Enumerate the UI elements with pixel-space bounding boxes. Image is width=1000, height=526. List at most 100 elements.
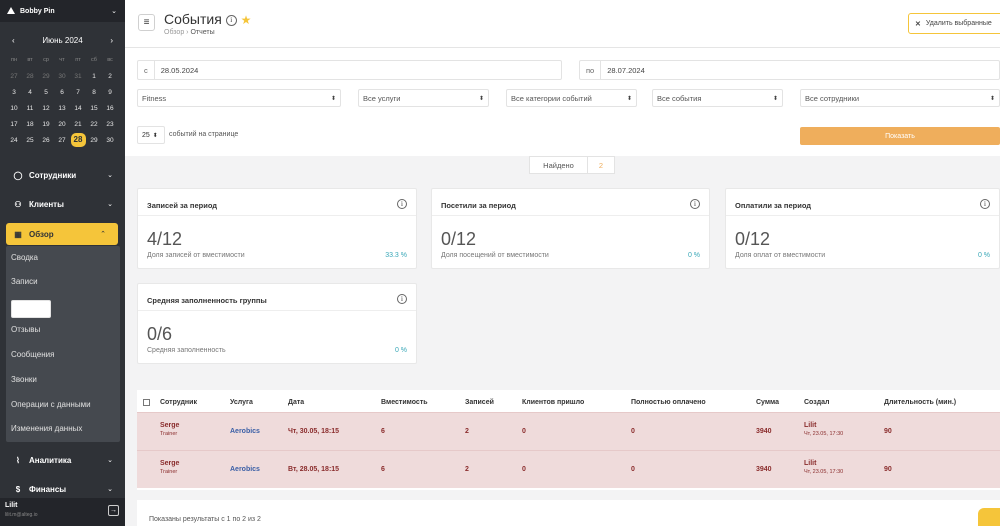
calendar-day[interactable]: 19 <box>38 121 54 128</box>
calendar-day[interactable]: 20 <box>54 121 70 128</box>
info-icon[interactable]: i <box>690 199 700 209</box>
calendar-day-selected[interactable]: 28 <box>70 133 86 147</box>
event-categories-select[interactable]: Все категории событий ⬍ <box>506 89 637 107</box>
nav-overview[interactable]: ▦ Обзор ⌃ <box>6 223 118 245</box>
calendar-day[interactable]: 13 <box>54 105 70 112</box>
calendar-day[interactable]: 17 <box>6 121 22 128</box>
col-duration[interactable]: Длительность (мин.) <box>884 399 956 406</box>
col-employee[interactable]: Сотрудник <box>160 399 197 406</box>
calendar-day[interactable]: 23 <box>102 121 118 128</box>
show-button[interactable]: Показать <box>800 127 1000 145</box>
calendar-day[interactable]: 14 <box>70 105 86 112</box>
calendar-day[interactable]: 1 <box>86 73 102 80</box>
select-all-checkbox[interactable] <box>143 399 150 406</box>
chat-widget-button[interactable] <box>978 508 1000 526</box>
date-to-field[interactable]: по 28.07.2024 <box>579 60 1000 80</box>
user-name: Lilit <box>5 502 18 509</box>
nav-clients[interactable]: ⚇ Клиенты ⌄ <box>0 193 125 215</box>
calendar-day[interactable]: 5 <box>38 89 54 96</box>
submenu-item-reviews[interactable]: Отзывы <box>11 325 40 334</box>
calendar-prev-button[interactable]: ‹ <box>12 36 15 45</box>
calendar-day[interactable]: 27 <box>54 137 70 144</box>
brand-switcher[interactable]: Bobby Pin ⌄ <box>0 0 125 22</box>
info-icon[interactable]: i <box>225 14 237 26</box>
calendar-next-button[interactable]: › <box>110 36 113 45</box>
row-employee: Serge Trainer <box>160 422 179 437</box>
services-select[interactable]: Все услуги ⬍ <box>358 89 489 107</box>
calendar-day[interactable]: 30 <box>54 73 70 80</box>
select-arrows-icon: ⬍ <box>152 132 158 139</box>
calendar-day[interactable]: 24 <box>6 137 22 144</box>
calendar-day[interactable]: 18 <box>22 121 38 128</box>
calendar-day[interactable]: 25 <box>22 137 38 144</box>
nav-finance[interactable]: $ Финансы ⌄ <box>0 478 125 500</box>
calendar-day[interactable]: 10 <box>6 105 22 112</box>
col-capacity[interactable]: Вместимость <box>381 399 428 406</box>
col-creator[interactable]: Создал <box>804 399 830 406</box>
calendar-day[interactable]: 16 <box>102 105 118 112</box>
stat-card-payments: Оплатили за период i 0/12 Доля оплат от … <box>725 188 1000 269</box>
delete-selected-button[interactable]: ✕ Удалить выбранные <box>908 13 1000 34</box>
info-icon[interactable]: i <box>397 294 407 304</box>
calendar-day[interactable]: 2 <box>102 73 118 80</box>
calendar-day[interactable]: 26 <box>38 137 54 144</box>
info-icon[interactable]: i <box>397 199 407 209</box>
calendar-day[interactable]: 9 <box>102 89 118 96</box>
submenu-item-summary[interactable]: Сводка <box>11 253 38 262</box>
col-date[interactable]: Дата <box>288 399 304 406</box>
per-page-select[interactable]: 25 ⬍ <box>137 126 165 144</box>
calendar-day[interactable]: 15 <box>86 105 102 112</box>
row-duration: 90 <box>884 428 892 435</box>
row-capacity: 6 <box>381 466 385 473</box>
col-sum[interactable]: Сумма <box>756 399 779 406</box>
nav-staff[interactable]: ◯ Сотрудники ⌄ <box>0 164 125 186</box>
calendar-weekday: ср <box>43 57 49 63</box>
star-icon[interactable]: ★ <box>241 13 252 27</box>
submenu-item-events[interactable]: События <box>11 300 51 318</box>
submenu-item-calls[interactable]: Звонки <box>11 375 37 384</box>
date-from-field[interactable]: с 28.05.2024 <box>137 60 562 80</box>
events-select[interactable]: Все события ⬍ <box>652 89 783 107</box>
user-email: lilit.m@alteg.io <box>5 512 38 518</box>
breadcrumb-overview[interactable]: Обзор <box>164 29 184 36</box>
calendar-day[interactable]: 8 <box>86 89 102 96</box>
select-arrows-icon: ⬍ <box>626 95 632 102</box>
calendar-day[interactable]: 6 <box>54 89 70 96</box>
calendar-day[interactable]: 3 <box>6 89 22 96</box>
menu-toggle-button[interactable]: ≡ <box>138 14 155 31</box>
stat-title: Посетили за период <box>441 201 516 210</box>
col-came[interactable]: Клиентов пришло <box>522 399 584 406</box>
employee-role: Trainer <box>160 469 178 475</box>
table-row[interactable]: Serge Trainer Aerobics Вт, 28.05, 18:15 6… <box>137 450 1000 488</box>
col-service[interactable]: Услуга <box>230 399 253 406</box>
nav-clients-label: Клиенты <box>29 199 64 209</box>
calendar-day[interactable]: 29 <box>86 137 102 144</box>
select-arrows-icon: ⬍ <box>330 95 336 102</box>
row-service-link[interactable]: Aerobics <box>230 428 260 435</box>
calendar-day[interactable]: 4 <box>22 89 38 96</box>
location-select[interactable]: Fitness ⬍ <box>137 89 341 107</box>
submenu-item-data-operations[interactable]: Операции с данными <box>11 400 91 409</box>
calendar-day[interactable]: 12 <box>38 105 54 112</box>
col-paid[interactable]: Полностью оплачено <box>631 399 706 406</box>
row-service-link[interactable]: Aerobics <box>230 466 260 473</box>
info-icon[interactable]: i <box>980 199 990 209</box>
calendar-day[interactable]: 11 <box>22 105 38 112</box>
calendar-day[interactable]: 21 <box>70 121 86 128</box>
calendar-day[interactable]: 30 <box>102 137 118 144</box>
calendar-day[interactable]: 31 <box>70 73 86 80</box>
table-row[interactable]: Serge Trainer Aerobics Чт, 30.05, 18:15 6… <box>137 412 1000 450</box>
submenu-item-data-changes[interactable]: Изменения данных <box>11 424 82 433</box>
submenu-item-records[interactable]: Записи <box>11 277 38 286</box>
submenu-item-messages[interactable]: Сообщения <box>11 350 54 359</box>
calendar-day[interactable]: 28 <box>22 73 38 80</box>
staff-select[interactable]: Все сотрудники ⬍ <box>800 89 1000 107</box>
calendar-day[interactable]: 29 <box>38 73 54 80</box>
calendar-day[interactable]: 22 <box>86 121 102 128</box>
logout-icon[interactable]: → <box>108 505 119 516</box>
stat-value: 0/6 <box>147 324 173 344</box>
calendar-day[interactable]: 7 <box>70 89 86 96</box>
calendar-day[interactable]: 27 <box>6 73 22 80</box>
col-bookings[interactable]: Записей <box>465 399 494 406</box>
nav-analytics[interactable]: ⌇ Аналитика ⌄ <box>0 449 125 471</box>
